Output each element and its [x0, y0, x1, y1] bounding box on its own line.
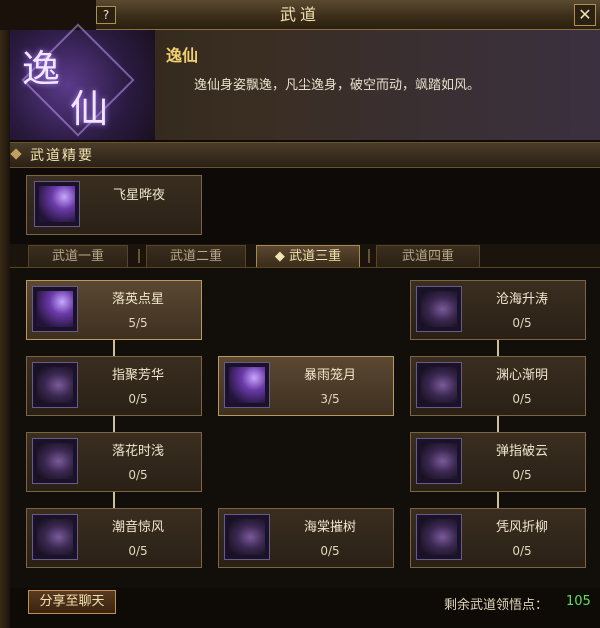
tab-tier-3[interactable]: ◆ 武道三重: [256, 245, 360, 267]
finger-flick-skill-icon: [416, 438, 462, 484]
rain-moon-skill-icon: [224, 362, 270, 408]
skill-level: 3/5: [320, 392, 340, 406]
skill-level: 0/5: [320, 544, 340, 558]
skill-name: 落花时浅: [111, 444, 164, 459]
abyss-heart-skill-icon: [416, 362, 462, 408]
window-left-frame: [0, 0, 10, 628]
remaining-points-label: 剩余武道领悟点：: [444, 598, 549, 613]
tide-sound-skill-icon: [32, 514, 78, 560]
skill-level: 0/5: [512, 316, 532, 330]
section-title: 武道精要: [30, 148, 94, 164]
skill-level: 0/5: [512, 544, 532, 558]
tab-tier-2[interactable]: 武道二重: [146, 245, 246, 267]
skill-name: 海棠摧树: [303, 520, 356, 535]
sea-wave-skill-icon: [416, 286, 462, 332]
skill-name: 落英点星: [111, 292, 164, 307]
window-title: 武道: [279, 5, 320, 24]
close-button[interactable]: ✕: [574, 4, 596, 26]
class-name: 逸仙: [166, 46, 199, 65]
feature-skill-name: 飞星晔夜: [112, 188, 165, 203]
skill-level: 0/5: [128, 392, 148, 406]
skill-name: 暴雨笼月: [303, 368, 356, 383]
tab-tier-3-label: 武道三重: [289, 249, 342, 264]
falling-petal-skill-icon: [32, 286, 78, 332]
wind-willow-skill-icon: [416, 514, 462, 560]
class-description: 逸仙身姿飘逸，凡尘逸身，破空而动，飒踏如风。: [194, 78, 481, 93]
skill-connector: [113, 340, 115, 356]
skill-level: 0/5: [128, 544, 148, 558]
shooting-star-skill-icon: [34, 181, 80, 227]
skill-level: 0/5: [512, 468, 532, 482]
remaining-points-value: 105: [566, 594, 591, 609]
emblem-char-2: 仙: [70, 87, 109, 131]
skill-connector: [497, 340, 499, 356]
skill-connector: [497, 492, 499, 508]
tab-tier-4[interactable]: 武道四重: [376, 245, 480, 267]
tab-separator: [368, 249, 370, 263]
skill-level: 0/5: [128, 468, 148, 482]
skill-connector: [113, 492, 115, 508]
falling-flower-skill-icon: [32, 438, 78, 484]
begonia-skill-icon: [224, 514, 270, 560]
section-header-bar: [10, 142, 600, 168]
skill-level: 5/5: [128, 316, 148, 330]
skill-name: 凭风折柳: [495, 520, 548, 535]
skill-name: 指聚芳华: [111, 368, 164, 383]
skill-name: 沧海升涛: [495, 292, 548, 307]
skill-name: 渊心渐明: [495, 368, 548, 383]
tab-separator: [138, 249, 140, 263]
skill-level: 0/5: [512, 392, 532, 406]
emblem-char-1: 逸: [22, 47, 61, 91]
help-button[interactable]: ?: [96, 6, 116, 24]
skill-connector: [497, 416, 499, 432]
skill-name: 潮音惊风: [111, 520, 164, 535]
share-to-chat-button[interactable]: 分享至聊天: [28, 590, 116, 614]
skill-name: 弹指破云: [495, 444, 548, 459]
skill-connector: [113, 416, 115, 432]
tab-tier-1[interactable]: 武道一重: [28, 245, 128, 267]
petal-skill-icon: [32, 362, 78, 408]
